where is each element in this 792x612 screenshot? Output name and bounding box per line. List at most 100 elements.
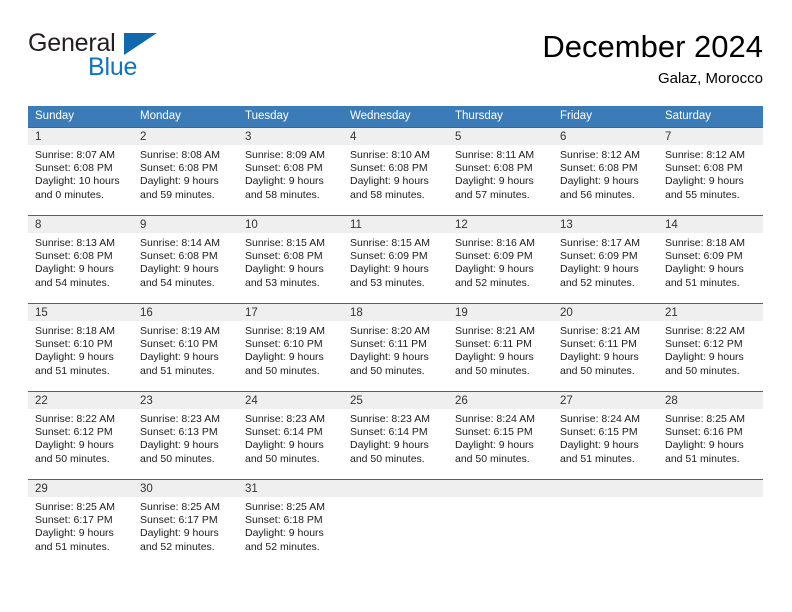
calendar-day-cell[interactable]: 18 Sunrise: 8:20 AM Sunset: 6:11 PM Dayligh… xyxy=(343,303,448,392)
sunset-text: Sunset: 6:08 PM xyxy=(35,250,113,263)
daylight-text-line1: Daylight: 9 hours xyxy=(350,175,429,188)
calendar-day-cell[interactable]: 1 Sunrise: 8:07 AM Sunset: 6:08 PM Daylight… xyxy=(28,127,133,216)
day-cell-inner: 28 Sunrise: 8:25 AM Sunset: 6:16 PM Dayligh… xyxy=(658,392,763,479)
sunrise-text: Sunrise: 8:19 AM xyxy=(245,325,325,337)
sunset-text: Sunset: 6:12 PM xyxy=(665,338,743,351)
calendar-day-cell[interactable]: 17 Sunrise: 8:19 AM Sunset: 6:10 PM Dayligh… xyxy=(238,303,343,392)
calendar-day-cell-empty xyxy=(448,479,553,567)
day-cell-inner: 3 Sunrise: 8:09 AM Sunset: 6:08 PM Daylight… xyxy=(238,128,343,215)
daylight-text-line1: Daylight: 9 hours xyxy=(665,175,744,188)
weekday-header-saturday: Saturday xyxy=(658,106,763,128)
calendar-day-cell[interactable]: 2 Sunrise: 8:08 AM Sunset: 6:08 PM Daylight… xyxy=(133,127,238,216)
brand-logo[interactable]: General Blue xyxy=(28,28,228,88)
day-number: 11 xyxy=(343,216,448,233)
sunrise-text: Sunrise: 8:11 AM xyxy=(455,149,535,161)
calendar-day-cell[interactable]: 9 Sunrise: 8:14 AM Sunset: 6:08 PM Daylight… xyxy=(133,215,238,304)
calendar-day-cell[interactable]: 19 Sunrise: 8:21 AM Sunset: 6:11 PM Dayligh… xyxy=(448,303,553,392)
day-details: Sunrise: 8:19 AM Sunset: 6:10 PM Daylight:… xyxy=(238,321,343,378)
daylight-text-line2: and 52 minutes. xyxy=(455,276,530,289)
daylight-text-line2: and 53 minutes. xyxy=(245,276,320,289)
calendar-day-cell[interactable]: 30 Sunrise: 8:25 AM Sunset: 6:17 PM Dayligh… xyxy=(133,479,238,567)
daylight-text-line1: Daylight: 9 hours xyxy=(35,527,114,540)
calendar-day-cell[interactable]: 29 Sunrise: 8:25 AM Sunset: 6:17 PM Dayligh… xyxy=(28,479,133,567)
sunset-text: Sunset: 6:08 PM xyxy=(140,162,218,175)
day-cell-inner xyxy=(448,480,553,567)
calendar-day-cell-empty xyxy=(658,479,763,567)
day-cell-inner xyxy=(343,480,448,567)
sunrise-text: Sunrise: 8:18 AM xyxy=(35,325,115,337)
day-cell-inner: 16 Sunrise: 8:19 AM Sunset: 6:10 PM Dayligh… xyxy=(133,304,238,391)
calendar-day-cell[interactable]: 16 Sunrise: 8:19 AM Sunset: 6:10 PM Dayligh… xyxy=(133,303,238,392)
day-number: 31 xyxy=(238,480,343,497)
sunset-text: Sunset: 6:10 PM xyxy=(35,338,113,351)
sunrise-text: Sunrise: 8:25 AM xyxy=(140,501,220,513)
day-details: Sunrise: 8:11 AM Sunset: 6:08 PM Daylight:… xyxy=(448,145,553,202)
calendar-day-cell[interactable]: 27 Sunrise: 8:24 AM Sunset: 6:15 PM Dayligh… xyxy=(553,391,658,480)
calendar-day-cell[interactable]: 6 Sunrise: 8:12 AM Sunset: 6:08 PM Daylight… xyxy=(553,127,658,216)
calendar-day-cell[interactable]: 10 Sunrise: 8:15 AM Sunset: 6:08 PM Dayligh… xyxy=(238,215,343,304)
sunset-text: Sunset: 6:09 PM xyxy=(350,250,428,263)
calendar-day-cell[interactable]: 21 Sunrise: 8:22 AM Sunset: 6:12 PM Dayligh… xyxy=(658,303,763,392)
sunset-text: Sunset: 6:14 PM xyxy=(350,426,428,439)
day-cell-inner: 15 Sunrise: 8:18 AM Sunset: 6:10 PM Dayligh… xyxy=(28,304,133,391)
sunrise-text: Sunrise: 8:23 AM xyxy=(350,413,430,425)
calendar-day-cell-empty xyxy=(553,479,658,567)
daylight-text-line1: Daylight: 9 hours xyxy=(560,439,639,452)
calendar-day-cell[interactable]: 3 Sunrise: 8:09 AM Sunset: 6:08 PM Daylight… xyxy=(238,127,343,216)
day-details: Sunrise: 8:21 AM Sunset: 6:11 PM Daylight:… xyxy=(553,321,658,378)
day-cell-inner: 12 Sunrise: 8:16 AM Sunset: 6:09 PM Dayligh… xyxy=(448,216,553,303)
weekday-header-tuesday: Tuesday xyxy=(238,106,343,128)
daylight-text-line1: Daylight: 10 hours xyxy=(35,175,120,188)
sunset-text: Sunset: 6:08 PM xyxy=(35,162,113,175)
calendar-day-cell[interactable]: 24 Sunrise: 8:23 AM Sunset: 6:14 PM Dayligh… xyxy=(238,391,343,480)
daylight-text-line1: Daylight: 9 hours xyxy=(245,527,324,540)
calendar-day-cell[interactable]: 5 Sunrise: 8:11 AM Sunset: 6:08 PM Daylight… xyxy=(448,127,553,216)
day-number: 21 xyxy=(658,304,763,321)
day-cell-inner: 31 Sunrise: 8:25 AM Sunset: 6:18 PM Dayligh… xyxy=(238,480,343,567)
daylight-text-line2: and 55 minutes. xyxy=(665,188,740,201)
daylight-text-line1: Daylight: 9 hours xyxy=(665,351,744,364)
calendar-day-cell[interactable]: 7 Sunrise: 8:12 AM Sunset: 6:08 PM Daylight… xyxy=(658,127,763,216)
day-cell-inner xyxy=(658,480,763,567)
calendar-day-cell[interactable]: 12 Sunrise: 8:16 AM Sunset: 6:09 PM Dayligh… xyxy=(448,215,553,304)
day-details: Sunrise: 8:14 AM Sunset: 6:08 PM Daylight:… xyxy=(133,233,238,290)
sunrise-text: Sunrise: 8:19 AM xyxy=(140,325,220,337)
day-details: Sunrise: 8:25 AM Sunset: 6:16 PM Daylight:… xyxy=(658,409,763,466)
sunrise-text: Sunrise: 8:23 AM xyxy=(245,413,325,425)
calendar-day-cell[interactable]: 14 Sunrise: 8:18 AM Sunset: 6:09 PM Dayligh… xyxy=(658,215,763,304)
calendar-day-cell[interactable]: 11 Sunrise: 8:15 AM Sunset: 6:09 PM Dayligh… xyxy=(343,215,448,304)
calendar-body: 1 Sunrise: 8:07 AM Sunset: 6:08 PM Daylight… xyxy=(28,127,763,567)
day-cell-inner: 9 Sunrise: 8:14 AM Sunset: 6:08 PM Daylight… xyxy=(133,216,238,303)
daylight-text-line2: and 50 minutes. xyxy=(560,364,635,377)
sunset-text: Sunset: 6:10 PM xyxy=(245,338,323,351)
calendar-day-cell[interactable]: 15 Sunrise: 8:18 AM Sunset: 6:10 PM Dayligh… xyxy=(28,303,133,392)
daylight-text-line1: Daylight: 9 hours xyxy=(455,439,534,452)
day-details: Sunrise: 8:18 AM Sunset: 6:09 PM Daylight:… xyxy=(658,233,763,290)
daylight-text-line2: and 51 minutes. xyxy=(665,452,740,465)
daylight-text-line1: Daylight: 9 hours xyxy=(245,263,324,276)
day-cell-inner: 14 Sunrise: 8:18 AM Sunset: 6:09 PM Dayligh… xyxy=(658,216,763,303)
day-details xyxy=(553,497,658,501)
calendar-day-cell[interactable]: 26 Sunrise: 8:24 AM Sunset: 6:15 PM Dayligh… xyxy=(448,391,553,480)
calendar-day-cell[interactable]: 25 Sunrise: 8:23 AM Sunset: 6:14 PM Dayligh… xyxy=(343,391,448,480)
day-number: 12 xyxy=(448,216,553,233)
sunrise-text: Sunrise: 8:25 AM xyxy=(245,501,325,513)
calendar-day-cell[interactable]: 31 Sunrise: 8:25 AM Sunset: 6:18 PM Dayligh… xyxy=(238,479,343,567)
daylight-text-line2: and 51 minutes. xyxy=(35,364,110,377)
day-cell-inner: 22 Sunrise: 8:22 AM Sunset: 6:12 PM Dayligh… xyxy=(28,392,133,479)
daylight-text-line2: and 50 minutes. xyxy=(455,364,530,377)
calendar-day-cell[interactable]: 13 Sunrise: 8:17 AM Sunset: 6:09 PM Dayligh… xyxy=(553,215,658,304)
day-cell-inner: 18 Sunrise: 8:20 AM Sunset: 6:11 PM Dayligh… xyxy=(343,304,448,391)
calendar-day-cell[interactable]: 20 Sunrise: 8:21 AM Sunset: 6:11 PM Dayligh… xyxy=(553,303,658,392)
sunset-text: Sunset: 6:13 PM xyxy=(140,426,218,439)
sunset-text: Sunset: 6:09 PM xyxy=(560,250,638,263)
day-cell-inner: 10 Sunrise: 8:15 AM Sunset: 6:08 PM Dayligh… xyxy=(238,216,343,303)
calendar-day-cell[interactable]: 28 Sunrise: 8:25 AM Sunset: 6:16 PM Dayligh… xyxy=(658,391,763,480)
calendar-day-cell[interactable]: 22 Sunrise: 8:22 AM Sunset: 6:12 PM Dayligh… xyxy=(28,391,133,480)
sunset-text: Sunset: 6:11 PM xyxy=(560,338,637,351)
calendar-day-cell[interactable]: 4 Sunrise: 8:10 AM Sunset: 6:08 PM Daylight… xyxy=(343,127,448,216)
day-number xyxy=(448,480,553,497)
sunset-text: Sunset: 6:11 PM xyxy=(350,338,427,351)
calendar-day-cell[interactable]: 23 Sunrise: 8:23 AM Sunset: 6:13 PM Dayligh… xyxy=(133,391,238,480)
calendar-day-cell[interactable]: 8 Sunrise: 8:13 AM Sunset: 6:08 PM Daylight… xyxy=(28,215,133,304)
